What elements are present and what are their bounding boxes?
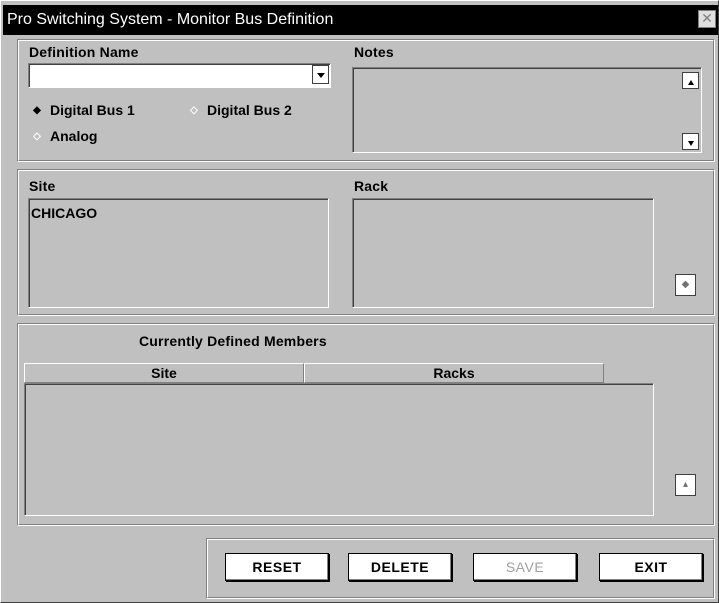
arrow-up-icon: ◆ (681, 279, 690, 290)
definition-name-combo[interactable] (28, 63, 331, 88)
arrow-down-icon (687, 141, 694, 146)
members-table-body[interactable] (24, 383, 654, 516)
button-bar: RESET DELETE SAVE EXIT (206, 538, 715, 599)
save-button[interactable]: SAVE (473, 553, 577, 581)
members-table: Site Racks (24, 363, 654, 518)
column-header-site-label: Site (151, 365, 177, 381)
members-scroll-button[interactable]: ▴ (675, 474, 696, 496)
site-list[interactable]: CHICAGO (28, 198, 329, 308)
chevron-down-icon (316, 73, 325, 78)
site-label: Site (29, 178, 56, 194)
exit-button[interactable]: EXIT (599, 553, 703, 581)
column-header-site[interactable]: Site (24, 363, 304, 383)
radio-analog-label: Analog (50, 128, 98, 144)
notes-textarea[interactable] (352, 67, 702, 153)
definition-name-dropdown-button[interactable] (312, 65, 329, 84)
notes-scroll-down-button[interactable] (682, 133, 699, 150)
arrow-up-icon (687, 80, 694, 85)
close-icon: ✕ (701, 10, 713, 26)
close-button[interactable]: ✕ (698, 10, 716, 28)
rack-label: Rack (354, 178, 389, 194)
radio-analog[interactable]: ◇ Analog (30, 128, 97, 144)
arrow-up-icon: ▴ (682, 479, 689, 490)
monitor-bus-definition-window: Pro Switching System - Monitor Bus Defin… (0, 0, 719, 603)
delete-button[interactable]: DELETE (348, 553, 452, 581)
notes-label: Notes (354, 44, 394, 60)
radio-digital-bus-2[interactable]: ◇ Digital Bus 2 (187, 102, 292, 118)
radio-selected-icon: ◆ (33, 104, 41, 116)
rack-list[interactable] (352, 198, 654, 308)
list-item[interactable]: CHICAGO (31, 205, 97, 221)
column-header-racks-label: Racks (433, 365, 475, 381)
members-title: Currently Defined Members (139, 333, 327, 349)
site-rack-group: Site CHICAGO Rack ◆ (17, 169, 715, 316)
radio-digital-bus-1[interactable]: ◆ Digital Bus 1 (30, 102, 135, 118)
title-bar[interactable]: Pro Switching System - Monitor Bus Defin… (3, 5, 718, 35)
rack-scroll-button[interactable]: ◆ (675, 274, 696, 296)
definition-group: Definition Name ◆ Digital Bus 1 ◇ Digita… (17, 39, 715, 162)
radio-unselected-icon: ◇ (33, 130, 41, 142)
reset-button[interactable]: RESET (225, 553, 329, 581)
radio-digital-bus-2-label: Digital Bus 2 (207, 102, 292, 118)
members-group: Currently Defined Members Site Racks ▴ (17, 323, 715, 526)
definition-name-label: Definition Name (29, 44, 139, 60)
notes-scroll-up-button[interactable] (682, 72, 699, 89)
column-header-racks[interactable]: Racks (304, 363, 604, 383)
radio-digital-bus-1-label: Digital Bus 1 (50, 102, 135, 118)
radio-unselected-icon: ◇ (190, 104, 198, 116)
window-title: Pro Switching System - Monitor Bus Defin… (7, 11, 334, 28)
